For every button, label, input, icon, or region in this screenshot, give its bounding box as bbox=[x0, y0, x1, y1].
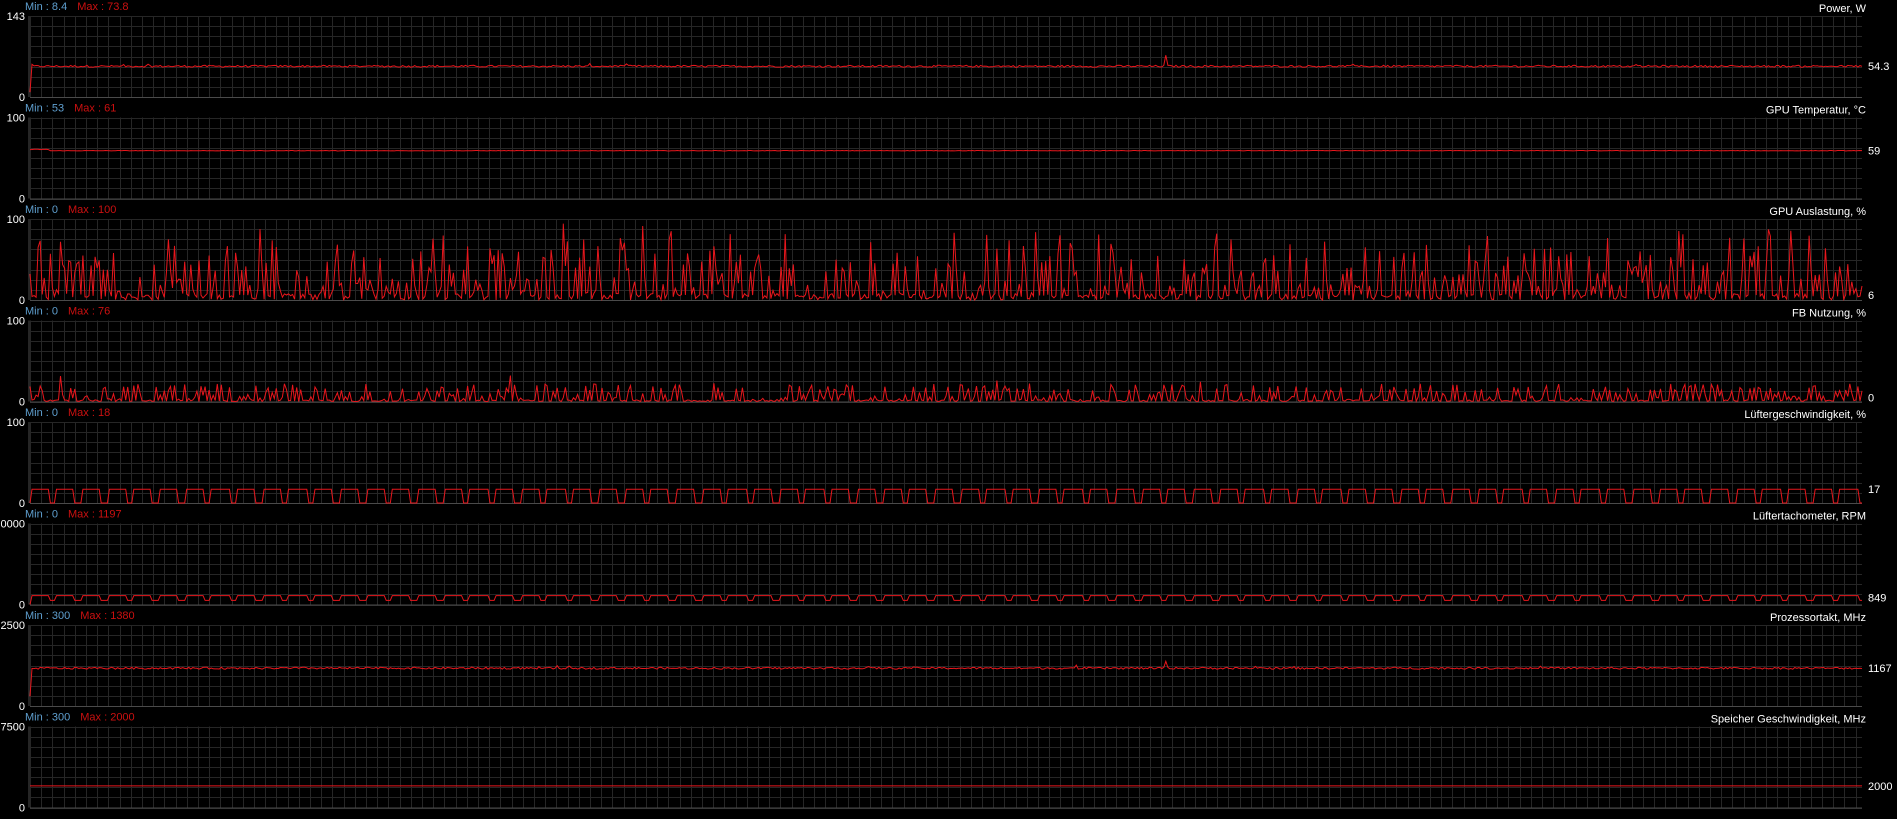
y-tick-label: 10000 bbox=[0, 519, 25, 531]
graph-panel: Min : 300 Max : 2000 Speicher Geschwindigk… bbox=[1, 712, 1893, 815]
max-label: Max : 18 bbox=[68, 407, 110, 419]
y-tick-label: 100 bbox=[7, 113, 25, 125]
min-label: Min : 0 bbox=[25, 407, 58, 419]
current-value: 17 bbox=[1868, 484, 1880, 496]
grid bbox=[30, 16, 1862, 98]
graph-panel: Min : 0 Max : 76 FB Nutzung, %1000 0 bbox=[7, 306, 1874, 409]
max-label: Max : 100 bbox=[68, 204, 116, 216]
graph-title: Lüftergeschwindigkeit, % bbox=[1744, 409, 1866, 421]
grid bbox=[30, 625, 1862, 707]
graph-panel: Min : 0 Max : 1197 Lüftertachometer, RPM 10… bbox=[0, 509, 1886, 612]
max-label: Max : 1380 bbox=[80, 610, 134, 622]
grid bbox=[30, 117, 1862, 200]
min-label: Min : 300 bbox=[25, 610, 70, 622]
min-label: Min : 300 bbox=[25, 712, 70, 724]
current-value: 6 bbox=[1868, 290, 1874, 302]
max-label: Max : 1197 bbox=[68, 509, 122, 521]
current-value: 59 bbox=[1868, 146, 1880, 158]
graph-panel: Min : 0 Max : 18 Lüftergeschwindigkeit, % 1… bbox=[7, 407, 1881, 510]
grid bbox=[30, 422, 1862, 504]
graph-title: GPU Auslastung, % bbox=[1769, 206, 1866, 218]
current-value: 54.3 bbox=[1868, 61, 1889, 73]
grid bbox=[30, 523, 1862, 606]
hardware-monitor: Min : 8.4 Max : 73.8 Power, W 143 0 54.3 Min :… bbox=[0, 0, 1897, 819]
graph-title: Prozessortakt, MHz bbox=[1770, 612, 1866, 624]
monitoring-graphs: Min : 8.4 Max : 73.8 Power, W 143 0 54.3 Min :… bbox=[0, 1, 1893, 815]
y-tick-label: 0 bbox=[19, 803, 25, 815]
min-label: Min : 8.4 bbox=[25, 1, 67, 13]
max-label: Max : 2000 bbox=[80, 712, 134, 724]
max-label: Max : 73.8 bbox=[77, 1, 128, 13]
min-label: Min : 0 bbox=[25, 306, 58, 318]
min-label: Min : 0 bbox=[25, 204, 58, 216]
graph-title: FB Nutzung, % bbox=[1792, 308, 1866, 320]
current-value: 2000 bbox=[1868, 781, 1892, 793]
current-value: 0 bbox=[1868, 393, 1874, 405]
graph-title: Power, W bbox=[1819, 3, 1867, 15]
max-label: Max : 76 bbox=[68, 306, 110, 318]
y-tick-label: 100 bbox=[7, 316, 25, 328]
grid bbox=[30, 320, 1862, 403]
graph-panel: Min : 0 Max : 100 GPU Auslastung, %1000 6 bbox=[7, 204, 1874, 307]
y-tick-label: 143 bbox=[7, 11, 25, 23]
min-label: Min : 53 bbox=[25, 103, 64, 115]
graph-panel: Min : 53 Max : 61 GPU Temperatur, °C100059 bbox=[7, 103, 1881, 206]
max-label: Max : 61 bbox=[74, 103, 116, 115]
graph-panel: Min : 8.4 Max : 73.8 Power, W143054.3 bbox=[7, 1, 1890, 104]
min-label: Min : 0 bbox=[25, 509, 58, 521]
graph-title: Lüftertachometer, RPM bbox=[1753, 511, 1866, 523]
graph-title: GPU Temperatur, °C bbox=[1766, 105, 1866, 117]
graph-title: Speicher Geschwindigkeit, MHz bbox=[1711, 714, 1866, 726]
grid bbox=[30, 726, 1862, 809]
current-value: 1167 bbox=[1868, 663, 1892, 675]
y-tick-label: 7500 bbox=[1, 722, 25, 734]
y-tick-label: 100 bbox=[7, 417, 25, 429]
graph-panel: Min : 300 Max : 1380 Prozessortakt, MHz 250… bbox=[1, 610, 1892, 713]
current-value: 849 bbox=[1868, 593, 1886, 605]
y-tick-label: 2500 bbox=[1, 620, 25, 632]
y-tick-label: 100 bbox=[7, 214, 25, 226]
